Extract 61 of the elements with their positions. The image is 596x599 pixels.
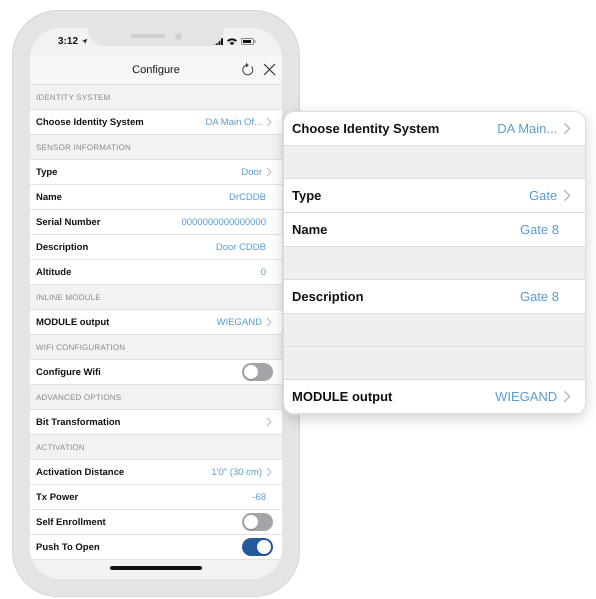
row-label: Tx Power — [36, 492, 80, 502]
nav-title: Configure — [132, 64, 180, 76]
row-label: Description — [292, 289, 365, 304]
row-label: Name — [292, 222, 328, 237]
row-label: Choose Identity System — [292, 121, 440, 136]
settings-row[interactable]: Type Door — [30, 160, 282, 185]
row-label: Bit Transformation — [36, 416, 122, 428]
row-label: Push To Open — [36, 542, 101, 552]
settings-row[interactable]: Choose Identity System DA Main Of... — [30, 110, 282, 135]
location-arrow-icon — [81, 38, 88, 45]
row-value: Door CDDB — [216, 242, 266, 252]
settings-row[interactable]: Self Enrollment — [30, 510, 282, 535]
row-value: WIEGAND — [495, 389, 558, 404]
battery-icon — [241, 38, 256, 45]
row-label: Serial Number — [36, 216, 102, 228]
toggle-switch[interactable] — [242, 513, 273, 531]
row-label: Altitude — [36, 266, 72, 278]
settings-row[interactable]: Description Gate 8 — [284, 280, 585, 314]
refresh-icon[interactable] — [241, 62, 255, 77]
row-label: Configure Wifi — [36, 366, 102, 378]
row-value: DA Main... — [497, 121, 558, 136]
settings-row[interactable]: MODULE output WIEGAND — [284, 380, 585, 414]
settings-row[interactable]: Configure Wifi — [30, 360, 282, 385]
settings-row[interactable]: Choose Identity System DA Main... — [284, 112, 585, 146]
row-label: Activation Distance — [36, 466, 126, 478]
settings-row[interactable]: Name Gate 8 — [284, 213, 585, 247]
settings-row[interactable]: Bit Transformation — [30, 410, 282, 435]
row-value: Gate 8 — [520, 222, 559, 237]
row-label: Type — [36, 166, 58, 178]
settings-row[interactable]: Tx Power -68 — [30, 485, 282, 510]
settings-row[interactable]: Name DrCDDB — [30, 185, 282, 210]
row-value: Gate 8 — [520, 289, 559, 304]
wifi-icon — [227, 38, 237, 45]
row-label: Type — [292, 188, 322, 203]
toggle-switch[interactable] — [242, 363, 273, 381]
row-value: -68 — [252, 492, 266, 502]
settings-row[interactable]: Description Door CDDB — [30, 235, 282, 260]
row-value: 0000000000000000 — [181, 216, 266, 228]
settings-row[interactable]: Altitude 0 — [30, 260, 282, 285]
row-value: DrCDDB — [229, 192, 266, 202]
row-value: 1'0" (30 cm) — [211, 466, 262, 478]
settings-row[interactable]: Push To Open — [30, 535, 282, 560]
row-value: 0 — [260, 266, 266, 278]
toggle-switch[interactable] — [242, 538, 273, 556]
row-label: Self Enrollment — [36, 516, 107, 528]
row-value: WIEGAND — [216, 316, 262, 328]
row-label: Description — [36, 242, 90, 252]
row-value: Door — [241, 166, 262, 178]
row-value: Gate — [529, 188, 558, 203]
settings-row[interactable]: Serial Number 0000000000000000 — [30, 210, 282, 235]
row-label: MODULE output — [292, 389, 394, 404]
status-time: 3:12 — [58, 36, 78, 47]
signal-icon — [213, 38, 223, 45]
row-label: MODULE output — [36, 316, 110, 328]
settings-row[interactable]: Activation Distance 1'0" (30 cm) — [30, 460, 282, 485]
row-label: Name — [36, 192, 63, 202]
close-icon[interactable] — [263, 63, 276, 76]
settings-row[interactable]: Type Gate — [284, 179, 585, 213]
settings-row[interactable]: MODULE output WIEGAND — [30, 310, 282, 335]
row-value: DA Main Of... — [206, 116, 262, 128]
row-label: Choose Identity System — [36, 116, 145, 128]
